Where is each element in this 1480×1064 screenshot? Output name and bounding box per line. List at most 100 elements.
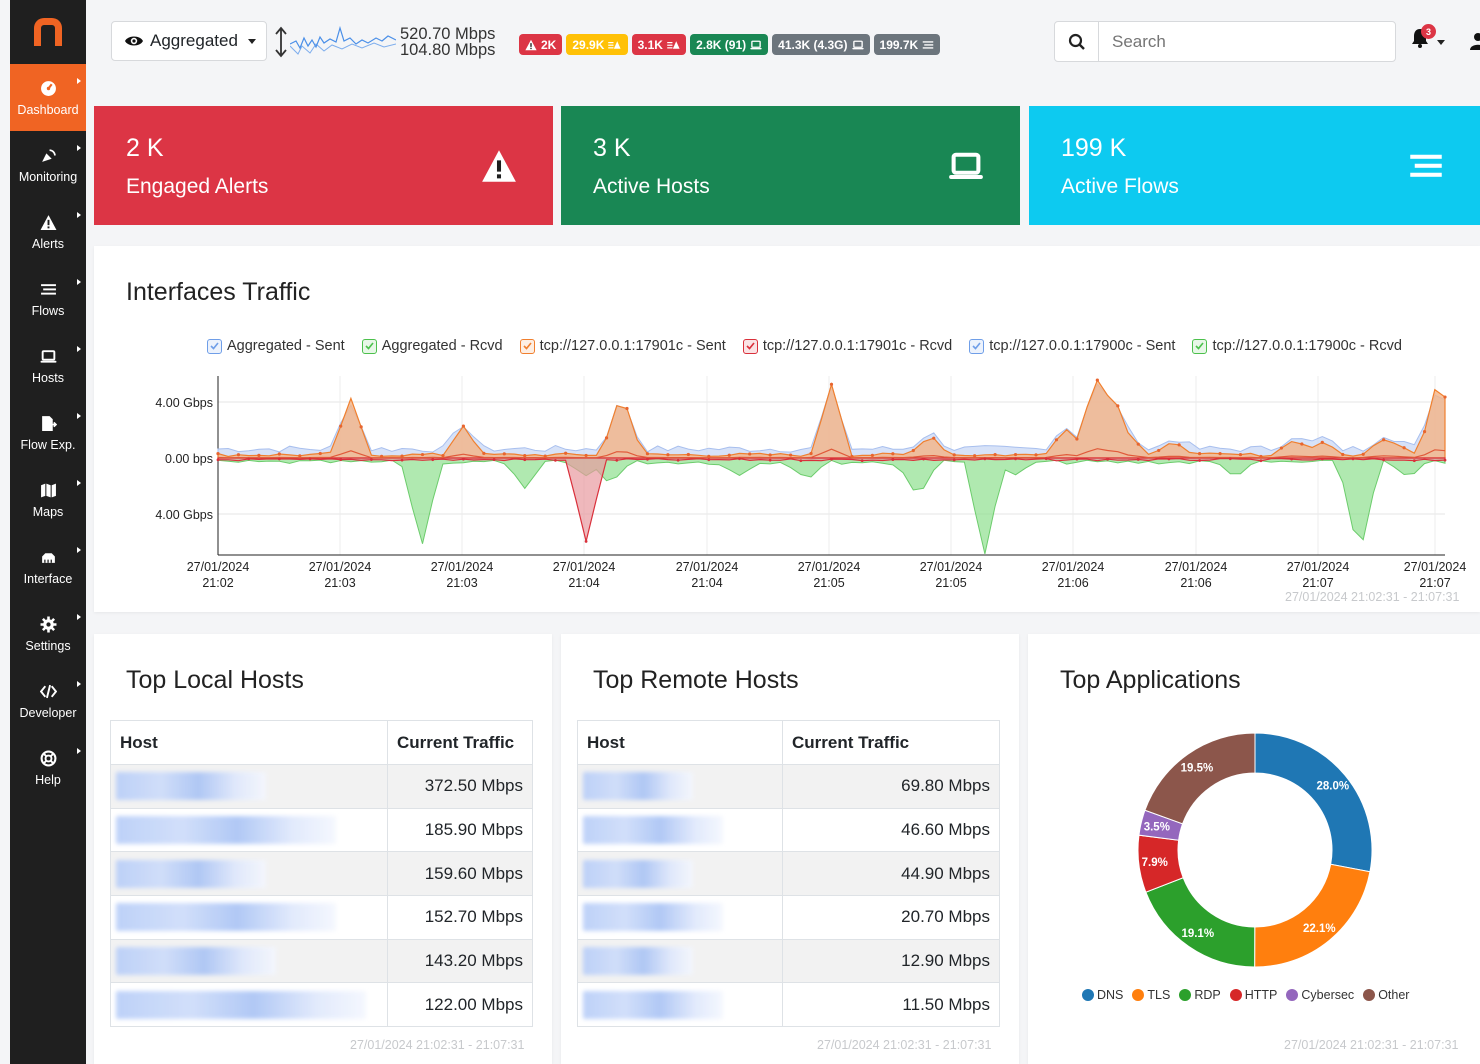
user-icon[interactable] [1469,32,1480,52]
status-badge[interactable]: 2.8K (91) [690,34,769,55]
series-point [870,453,875,457]
pie-legend-item[interactable]: Other [1363,988,1409,1002]
series-point [1259,459,1263,463]
series-point [604,436,609,440]
column-header-traffic[interactable]: Current Traffic [387,720,533,765]
status-badge[interactable]: 2K [519,34,563,55]
stat-label: Engaged Alerts [126,175,269,198]
series-point [707,458,711,462]
sidebar-item-flows[interactable]: Flows [10,265,86,332]
sidebar-item-help[interactable]: Help [10,734,86,801]
series-point [1075,437,1079,441]
stat-label: Active Flows [1061,175,1179,198]
warning-icon [481,148,517,189]
active-flows-card[interactable]: 199 K Active Flows [1029,106,1480,225]
table-row[interactable]: 44.90 Mbps [577,851,1000,897]
chevron-down-icon [1437,40,1445,45]
sidebar-item-label: Help [35,773,61,787]
series-point [277,457,281,461]
series-point [799,459,803,463]
table-row[interactable]: 143.20 Mbps [110,938,533,984]
pie-slice-label: 19.1% [1181,928,1214,940]
column-header-host[interactable]: Host [577,720,783,765]
series-point [1382,438,1386,442]
legend-dot [1082,989,1094,1001]
warning-icon [40,212,57,232]
host-cell[interactable] [110,764,388,809]
series-point [1157,448,1161,453]
sidebar-item-hosts[interactable]: Hosts [10,332,86,399]
sidebar-item-settings[interactable]: Settings [10,600,86,667]
host-cell[interactable] [110,982,388,1028]
series-point [584,540,588,543]
pie-legend-item[interactable]: HTTP [1229,988,1277,1002]
sidebar-item-label: Monitoring [18,170,78,184]
table-row[interactable]: 185.90 Mbps [110,807,533,853]
host-cell[interactable] [110,895,388,940]
pie-legend-item[interactable]: RDP [1179,988,1221,1002]
series-point [748,452,752,456]
pie-legend-item[interactable]: Cybersec [1286,988,1354,1002]
pie-legend-item[interactable]: DNS [1082,988,1123,1002]
column-header-host[interactable]: Host [110,720,388,765]
table-row[interactable]: 12.90 Mbps [577,938,1000,984]
redacted-host [583,859,693,888]
table-row[interactable]: 46.60 Mbps [577,807,1000,853]
search-button[interactable] [1055,22,1099,61]
series-point [1106,457,1109,461]
sidebar: Dashboard Monitoring Alerts Flows Hosts … [10,0,86,1064]
series-point [1300,442,1304,446]
sidebar-item-monitoring[interactable]: Monitoring [10,131,86,198]
status-badge[interactable]: 3.1K [631,34,687,55]
sidebar-item-flow-exp[interactable]: Flow Exp. [10,399,86,466]
table-row[interactable]: 372.50 Mbps [110,764,533,809]
host-cell[interactable] [110,851,388,897]
topbar: Aggregated 520.70 Mbps 104.80 Mbps 2K 29.… [86,0,1480,84]
notifications-button[interactable]: 3 [1411,24,1445,53]
traffic-cell: 185.90 Mbps [387,807,533,853]
pie-slice-dns [1254,732,1373,873]
active-hosts-card[interactable]: 3 K Active Hosts [561,106,1020,225]
host-cell[interactable] [577,764,783,809]
caret-right-icon [77,547,81,553]
host-cell[interactable] [110,938,388,984]
table-row[interactable]: 69.80 Mbps [577,764,1000,809]
pie-legend-item[interactable]: TLS [1132,988,1170,1002]
interface-selector[interactable]: Aggregated [111,21,267,61]
host-cell[interactable] [110,807,388,853]
host-cell[interactable] [577,807,783,853]
status-badges: 2K 29.9K 3.1K 2.8K (91) 41.3K (4.3G) 199.7K [519,34,941,55]
interface-label: Aggregated [150,31,238,50]
caret-right-icon [77,212,81,218]
sidebar-item-developer[interactable]: Developer [10,667,86,734]
engaged-alerts-card[interactable]: 2 K Engaged Alerts [94,106,553,225]
sidebar-item-dashboard[interactable]: Dashboard [10,64,86,131]
table-row[interactable]: 20.70 Mbps [577,895,1000,940]
search-input[interactable] [1099,22,1389,61]
ntopng-logo[interactable] [10,0,86,64]
table-row[interactable]: 122.00 Mbps [110,982,533,1028]
status-badge[interactable]: 41.3K (4.3G) [772,34,870,55]
legend-dot [1229,989,1242,1001]
stat-value: 2 K [126,134,164,162]
sidebar-item-alerts[interactable]: Alerts [10,198,86,265]
series-point [1382,458,1386,462]
series-point [523,454,527,458]
status-badge[interactable]: 199.7K [873,34,941,55]
table-row[interactable]: 159.60 Mbps [110,851,533,897]
host-cell[interactable] [577,938,783,984]
x-tick-label: 27/01/2024 [920,560,983,574]
sidebar-item-interface[interactable]: Interface [10,533,86,600]
sidebar-item-maps[interactable]: Maps [10,466,86,533]
redacted-host [583,816,723,845]
table-row[interactable]: 11.50 Mbps [577,982,1000,1028]
sidebar-item-label: Alerts [32,237,64,251]
column-header-traffic[interactable]: Current Traffic [782,720,1000,765]
host-cell[interactable] [577,851,783,897]
host-cell[interactable] [577,982,783,1028]
host-cell[interactable] [577,895,783,940]
status-badge[interactable]: 29.9K [566,34,628,55]
table-row[interactable]: 152.70 Mbps [110,895,533,940]
x-tick-label: 21:04 [568,576,599,590]
x-tick-label: 27/01/2024 [798,560,861,574]
